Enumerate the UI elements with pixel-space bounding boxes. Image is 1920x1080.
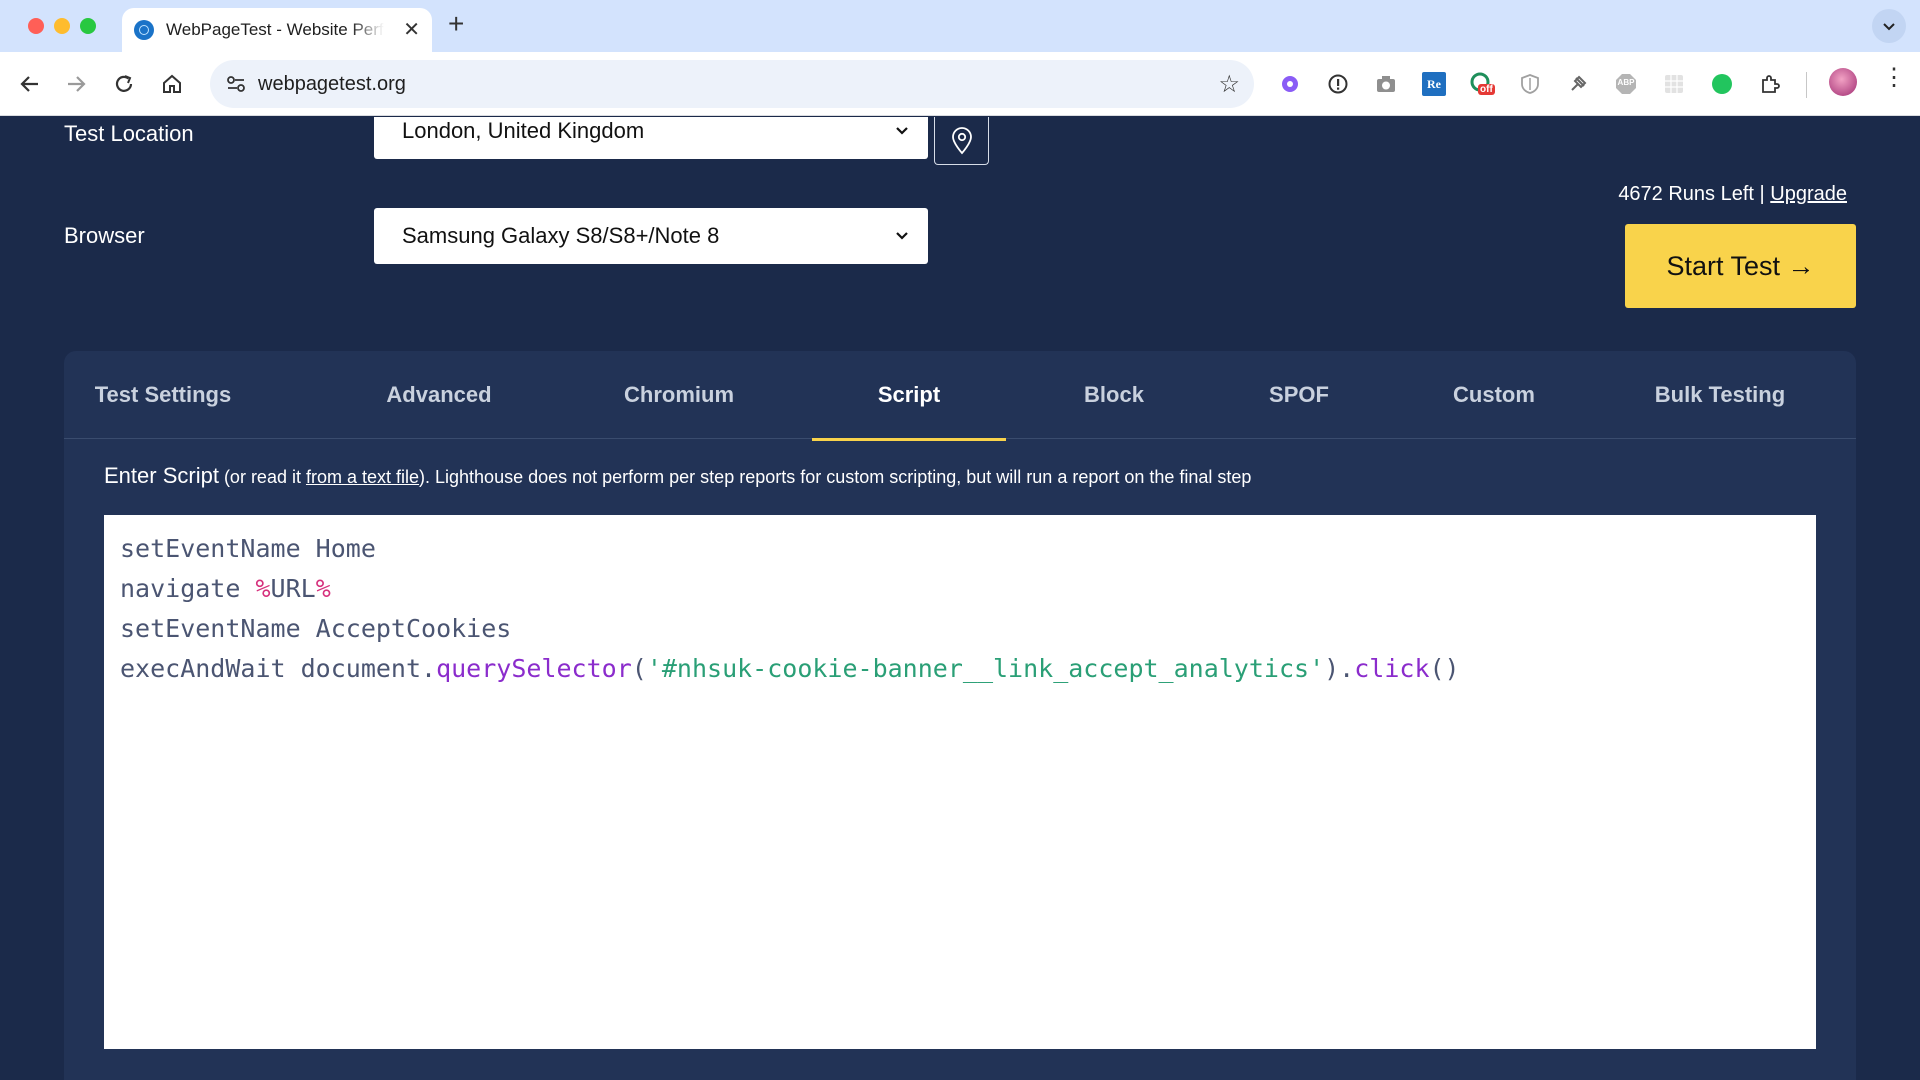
window-maximize-button[interactable]: [80, 18, 96, 34]
start-test-button[interactable]: Start Test →: [1625, 224, 1856, 308]
abp-icon[interactable]: ABP: [1614, 72, 1638, 96]
chevron-down-icon: [1883, 23, 1895, 31]
browser-tab-title: WebPageTest - Website Performance: [166, 20, 384, 39]
browser-select[interactable]: Samsung Galaxy S8/S8+/Note 8: [374, 208, 928, 264]
code-function: querySelector: [436, 654, 632, 683]
runs-left-info: 4672 Runs Left | Upgrade: [1618, 183, 1847, 206]
url-text[interactable]: webpagetest.org: [258, 73, 406, 96]
settings-tabs: Test Settings Advanced Chromium Script B…: [64, 351, 1856, 441]
tab-block[interactable]: Block: [1064, 351, 1164, 439]
runs-left-text: 4672 Runs Left: [1618, 183, 1754, 205]
code-punct: ).: [1324, 654, 1355, 683]
address-bar[interactable]: webpagetest.org ☆: [210, 60, 1254, 108]
browser-tab[interactable]: WebPageTest - Website Performance ✕: [122, 8, 432, 52]
browser-toolbar: webpagetest.org ☆ Re off ABP: [0, 52, 1920, 116]
code-line: setEventName AcceptCookies: [120, 609, 1800, 649]
browser-menu-icon[interactable]: ⋮: [1882, 66, 1906, 90]
chevron-down-icon: [896, 232, 908, 240]
code-text: execAndWait document.: [120, 654, 437, 683]
webpagetest-page: Test Location London, United Kingdom Bro…: [0, 117, 1920, 1080]
script-instructions: Enter Script (or read it from a text fil…: [104, 463, 1251, 489]
tab-chromium[interactable]: Chromium: [604, 351, 754, 439]
tab-script[interactable]: Script: [812, 351, 1006, 441]
puzzle-gear-icon[interactable]: [1278, 72, 1302, 96]
window-minimize-button[interactable]: [54, 18, 70, 34]
bookmark-star-icon[interactable]: ☆: [1218, 70, 1240, 99]
reload-icon: [115, 75, 133, 92]
home-icon: [163, 74, 181, 93]
advanced-settings-panel: Test Settings Advanced Chromium Script B…: [64, 351, 1856, 1080]
code-line: execAndWait document.querySelector('#nhs…: [120, 649, 1800, 689]
extensions-icon[interactable]: [1758, 72, 1782, 96]
code-function: click: [1354, 654, 1430, 683]
script-editor[interactable]: setEventName Home navigate %URL% setEven…: [104, 515, 1816, 1049]
site-info-icon[interactable]: [224, 72, 248, 96]
abp-label: ABP: [1617, 78, 1635, 87]
runs-separator: |: [1753, 183, 1771, 205]
code-var-delimiter: %: [315, 574, 331, 603]
script-label-post: ). Lighthouse does not perform per step …: [419, 467, 1252, 487]
code-var-delimiter: %: [255, 574, 271, 603]
code-text: navigate: [120, 574, 256, 603]
re-icon[interactable]: Re: [1422, 72, 1446, 96]
map-pin-icon: [951, 126, 972, 154]
tab-advanced[interactable]: Advanced: [364, 351, 514, 439]
location-map-button[interactable]: [934, 117, 989, 165]
browser-tab-strip: WebPageTest - Website Performance ✕ +: [0, 0, 1920, 52]
tab-search-button[interactable]: [1872, 9, 1906, 43]
home-button[interactable]: [152, 64, 192, 104]
upgrade-link[interactable]: Upgrade: [1770, 183, 1847, 205]
code-string: '#nhsuk-cookie-banner__link_accept_analy…: [646, 654, 1325, 683]
tab-custom[interactable]: Custom: [1434, 351, 1554, 439]
code-punct: (: [631, 654, 647, 683]
grid-icon[interactable]: [1662, 72, 1686, 96]
window-close-button[interactable]: [28, 18, 44, 34]
test-location-select[interactable]: London, United Kingdom: [374, 117, 928, 159]
script-label-pre: (or read it: [218, 467, 306, 487]
code-punct: (): [1429, 654, 1460, 683]
off-badge-label: off: [1478, 84, 1495, 95]
toolbar-separator: [1806, 72, 1807, 98]
enter-script-label: Enter Script: [104, 463, 219, 488]
browser-value: Samsung Galaxy S8/S8+/Note 8: [402, 223, 720, 248]
forward-arrow-icon: [68, 76, 86, 92]
code-line: navigate %URL%: [120, 569, 1800, 609]
camera-icon[interactable]: [1374, 72, 1398, 96]
reload-button[interactable]: [104, 64, 144, 104]
forward-button[interactable]: [56, 64, 96, 104]
off-badge-icon[interactable]: off: [1470, 72, 1495, 96]
green-dot-icon[interactable]: [1710, 72, 1734, 96]
text-file-link[interactable]: from a text file: [306, 467, 419, 487]
tab-test-settings[interactable]: Test Settings: [84, 351, 242, 439]
browser-label: Browser: [64, 223, 145, 248]
tab-close-icon[interactable]: ✕: [403, 20, 420, 40]
new-tab-button[interactable]: +: [448, 10, 464, 38]
code-text: setEventName AcceptCookies: [120, 614, 512, 643]
test-location-label: Test Location: [64, 121, 194, 146]
tab-spof[interactable]: SPOF: [1244, 351, 1354, 439]
profile-avatar[interactable]: [1829, 68, 1857, 96]
pin-icon[interactable]: [1566, 72, 1590, 96]
code-text: setEventName Home: [120, 534, 376, 563]
webpagetest-favicon-icon: [134, 20, 154, 40]
chevron-down-icon: [896, 127, 908, 135]
test-location-value: London, United Kingdom: [402, 118, 645, 143]
tab-bulk-testing[interactable]: Bulk Testing: [1634, 351, 1806, 439]
back-arrow-icon: [20, 76, 38, 92]
code-line: setEventName Home: [120, 529, 1800, 569]
back-button[interactable]: [10, 64, 50, 104]
code-var-name: URL: [270, 574, 316, 603]
info-icon[interactable]: [1326, 72, 1350, 96]
shield-icon[interactable]: [1518, 72, 1542, 96]
